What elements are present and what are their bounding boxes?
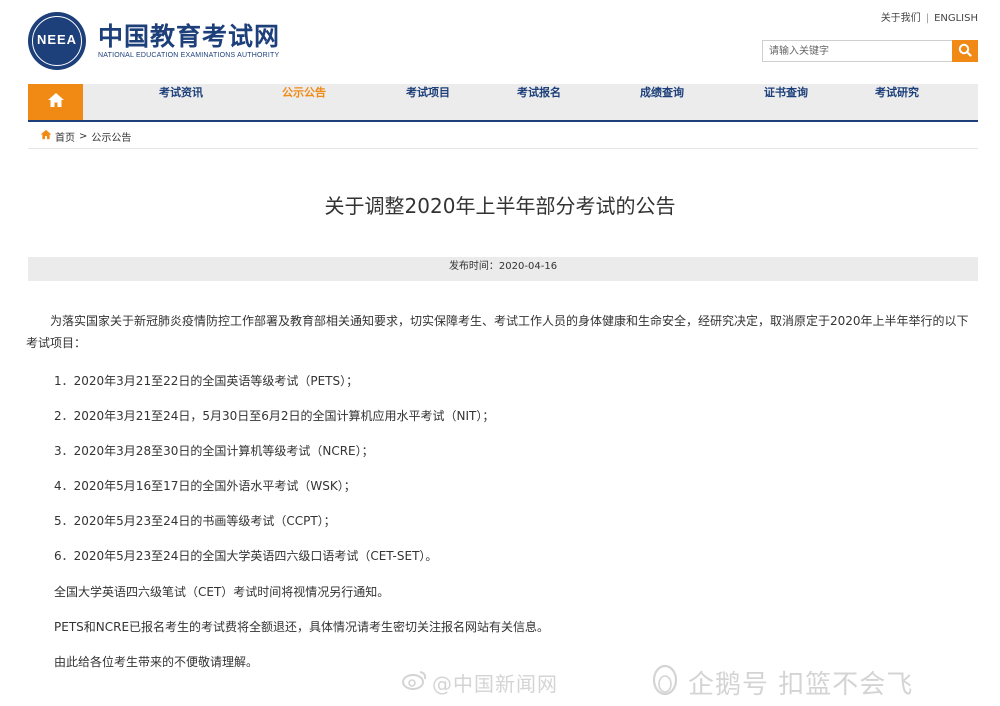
watermark-right: 企鹅号 扣篮不会飞	[650, 660, 913, 704]
list-item: 3．2020年3月28至30日的全国计算机等级考试（NCRE）；	[54, 444, 374, 458]
article-body: 为落实国家关于新冠肺炎疫情防控工作部署及教育部相关通知要求，切实保障考生、考试工…	[26, 310, 979, 669]
search-input[interactable]	[762, 40, 952, 62]
publish-time: 发布时间：2020-04-16	[28, 257, 978, 281]
nav-item-exam-projects[interactable]: 考试项目	[406, 84, 450, 120]
breadcrumb-current[interactable]: 公示公告	[91, 129, 131, 144]
breadcrumb-divider	[28, 148, 978, 149]
logo-title: 中国教育考试网	[98, 22, 281, 51]
article-note: 全国大学英语四六级笔试（CET）考试时间将视情况另行通知。	[54, 585, 390, 599]
article-intro: 为落实国家关于新冠肺炎疫情防控工作部署及教育部相关通知要求，切实保障考生、考试工…	[26, 314, 969, 350]
nav-item-news[interactable]: 考试资讯	[159, 84, 203, 120]
home-icon	[47, 92, 65, 112]
logo-seal-icon: NEEA	[28, 12, 86, 70]
nav-item-exam-research[interactable]: 考试研究	[875, 84, 919, 120]
weibo-logo-icon	[402, 669, 428, 696]
nav-item-score-query[interactable]: 成绩查询	[640, 84, 684, 120]
list-item: 1．2020年3月21至22日的全国英语等级考试（PETS）；	[54, 374, 359, 388]
nav-item-registration[interactable]: 考试报名	[517, 84, 561, 120]
breadcrumb-home-icon	[40, 129, 52, 143]
nav-item-certificate-query[interactable]: 证书查询	[764, 84, 808, 120]
article-title: 关于调整2020年上半年部分考试的公告	[324, 194, 676, 218]
search-button[interactable]	[952, 40, 978, 62]
site-header: NEEA 中国教育考试网 NATIONAL EDUCATION EXAMINAT…	[0, 0, 1000, 82]
watermark-left: @中国新闻网	[402, 660, 558, 704]
nav-underline	[28, 120, 978, 122]
list-item: 5．2020年5月23至24日的书画等级考试（CCPT）；	[54, 514, 336, 528]
top-links: 关于我们 | ENGLISH	[881, 9, 978, 24]
logo-subtitle: NATIONAL EDUCATION EXAMINATIONS AUTHORIT…	[98, 52, 280, 59]
nav-item-announcements[interactable]: 公示公告	[282, 84, 326, 120]
search-icon	[958, 42, 972, 61]
link-separator: |	[925, 13, 930, 24]
list-item: 6．2020年5月23至24日的全国大学英语四六级口语考试（CET-SET）。	[54, 549, 438, 563]
site-logo[interactable]: NEEA 中国教育考试网 NATIONAL EDUCATION EXAMINAT…	[28, 12, 280, 70]
list-item: 4．2020年5月16至17日的全国外语水平考试（WSK）；	[54, 479, 356, 493]
breadcrumb-separator: >	[79, 130, 88, 142]
main-nav: 考试资讯 公示公告 考试项目 考试报名 成绩查询 证书查询 考试研究	[28, 84, 978, 120]
search-box	[762, 40, 978, 62]
article-note: PETS和NCRE已报名考生的考试费将全额退还，具体情况请考生密切关注报名网站有…	[54, 620, 550, 634]
nav-home-button[interactable]	[28, 84, 83, 120]
english-link[interactable]: ENGLISH	[934, 13, 978, 24]
list-item: 2．2020年3月21至24日，5月30日至6月2日的全国计算机应用水平考试（N…	[54, 409, 495, 423]
penguin-logo-icon	[650, 662, 680, 703]
breadcrumb-home-link[interactable]: 首页	[55, 129, 75, 144]
about-us-link[interactable]: 关于我们	[881, 13, 921, 24]
breadcrumb: 首页 > 公示公告	[40, 128, 131, 144]
article-note: 由此给各位考生带来的不便敬请理解。	[54, 655, 259, 669]
